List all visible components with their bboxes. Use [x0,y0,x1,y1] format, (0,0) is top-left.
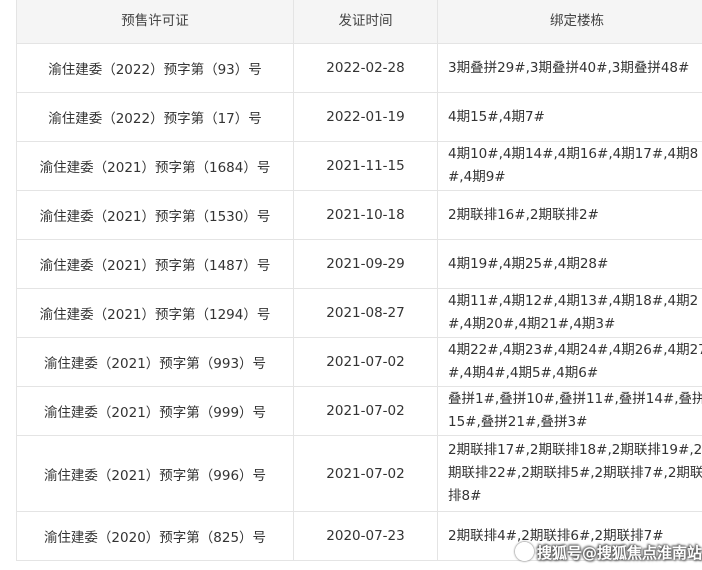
issue-date-cell: 2021-07-02 [293,337,438,387]
permit-number-cell: 渝住建委（2021）预字第（999）号 [16,386,294,436]
buildings-cell: 4期22#,4期23#,4期24#,4期26#,4期27#,4期4#,4期5#,… [437,337,702,387]
column-header-buildings: 绑定楼栋 [437,0,702,44]
sohu-logo-icon [515,542,534,561]
permit-number-cell: 渝住建委（2021）预字第（996）号 [16,435,294,512]
sohu-watermark: 搜狐号@搜狐焦点淮南站 [515,542,702,563]
issue-date-cell: 2022-01-19 [293,92,438,142]
permit-number-cell: 渝住建委（2022）预字第（93）号 [16,43,294,93]
permit-number-cell: 渝住建委（2020）预字第（825）号 [16,511,294,561]
table-row: 渝住建委（2022）预字第（17）号 2022-01-19 4期15#,4期7# [16,92,702,142]
watermark-text: 搜狐号@搜狐焦点淮南站 [537,544,702,562]
issue-date-cell: 2021-07-02 [293,435,438,512]
issue-date-cell: 2021-09-29 [293,239,438,289]
permit-number-cell: 渝住建委（2021）预字第（1684）号 [16,141,294,191]
buildings-cell: 3期叠拼29#,3期叠拼40#,3期叠拼48# [437,43,702,93]
issue-date-cell: 2021-07-02 [293,386,438,436]
buildings-cell: 2期联排16#,2期联排2# [437,190,702,240]
permit-number-cell: 渝住建委（2021）预字第（1294）号 [16,288,294,338]
buildings-cell: 4期11#,4期12#,4期13#,4期18#,4期2#,4期20#,4期21#… [437,288,702,338]
buildings-cell: 4期10#,4期14#,4期16#,4期17#,4期8#,4期9# [437,141,702,191]
permit-number-cell: 渝住建委（2021）预字第（1487）号 [16,239,294,289]
issue-date-cell: 2021-08-27 [293,288,438,338]
table-row: 渝住建委（2021）预字第（1684）号 2021-11-15 4期10#,4期… [16,141,702,191]
permit-number-cell: 渝住建委（2021）预字第（1530）号 [16,190,294,240]
table-row: 渝住建委（2021）预字第（999）号 2021-07-02 叠拼1#,叠拼10… [16,386,702,436]
table-row: 渝住建委（2021）预字第（1294）号 2021-08-27 4期11#,4期… [16,288,702,338]
table-row: 渝住建委（2021）预字第（1530）号 2021-10-18 2期联排16#,… [16,190,702,240]
table-row: 渝住建委（2021）预字第（993）号 2021-07-02 4期22#,4期2… [16,337,702,387]
issue-date-cell: 2022-02-28 [293,43,438,93]
column-header-date: 发证时间 [293,0,438,44]
buildings-cell: 4期15#,4期7# [437,92,702,142]
buildings-cell: 4期19#,4期25#,4期28# [437,239,702,289]
issue-date-cell: 2021-11-15 [293,141,438,191]
presale-permit-table: 预售许可证 发证时间 绑定楼栋 渝住建委（2022）预字第（93）号 2022-… [16,0,702,561]
column-header-permit: 预售许可证 [16,0,294,44]
table-row: 渝住建委（2021）预字第（996）号 2021-07-02 2期联排17#,2… [16,435,702,512]
permit-number-cell: 渝住建委（2021）预字第（993）号 [16,337,294,387]
buildings-cell: 2期联排17#,2期联排18#,2期联排19#,2期联排22#,2期联排5#,2… [437,435,702,512]
issue-date-cell: 2021-10-18 [293,190,438,240]
table-header-row: 预售许可证 发证时间 绑定楼栋 [16,0,702,44]
issue-date-cell: 2020-07-23 [293,511,438,561]
buildings-cell: 叠拼1#,叠拼10#,叠拼11#,叠拼14#,叠拼15#,叠拼21#,叠拼3# [437,386,702,436]
table-row: 渝住建委（2022）预字第（93）号 2022-02-28 3期叠拼29#,3期… [16,43,702,93]
permit-number-cell: 渝住建委（2022）预字第（17）号 [16,92,294,142]
table-row: 渝住建委（2021）预字第（1487）号 2021-09-29 4期19#,4期… [16,239,702,289]
